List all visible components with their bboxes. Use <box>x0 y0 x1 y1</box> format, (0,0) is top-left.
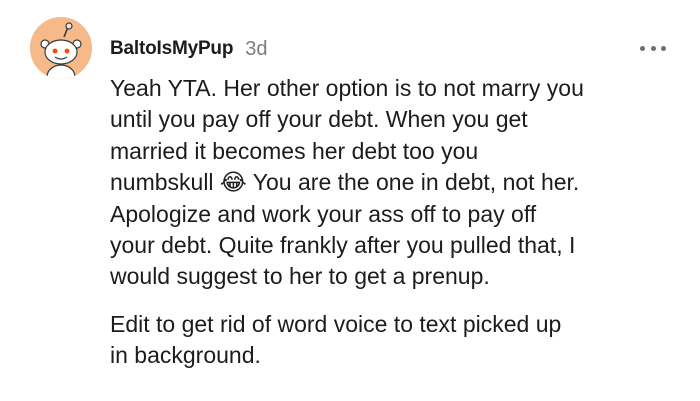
more-options-icon <box>650 45 656 51</box>
username-link[interactable]: BaltoIsMyPup <box>110 38 233 60</box>
comment-body: Yeah YTA. Her other option is to not mar… <box>110 73 680 372</box>
more-options-icon <box>640 45 645 51</box>
more-options-button[interactable] <box>640 44 666 52</box>
comment: BaltoIsMyPup 3d Yeah YTA. Her other opti… <box>0 0 700 401</box>
timestamp: 3d <box>245 37 268 60</box>
comment-header: BaltoIsMyPup 3d <box>110 36 267 62</box>
more-options-icon <box>661 45 666 51</box>
reddit-snoo-avatar-icon <box>30 17 92 79</box>
comment-paragraph: Yeah YTA. Her other option is to not mar… <box>110 75 584 290</box>
user-avatar[interactable] <box>30 17 92 79</box>
comment-paragraph: Edit to get rid of word voice to text pi… <box>110 310 562 369</box>
